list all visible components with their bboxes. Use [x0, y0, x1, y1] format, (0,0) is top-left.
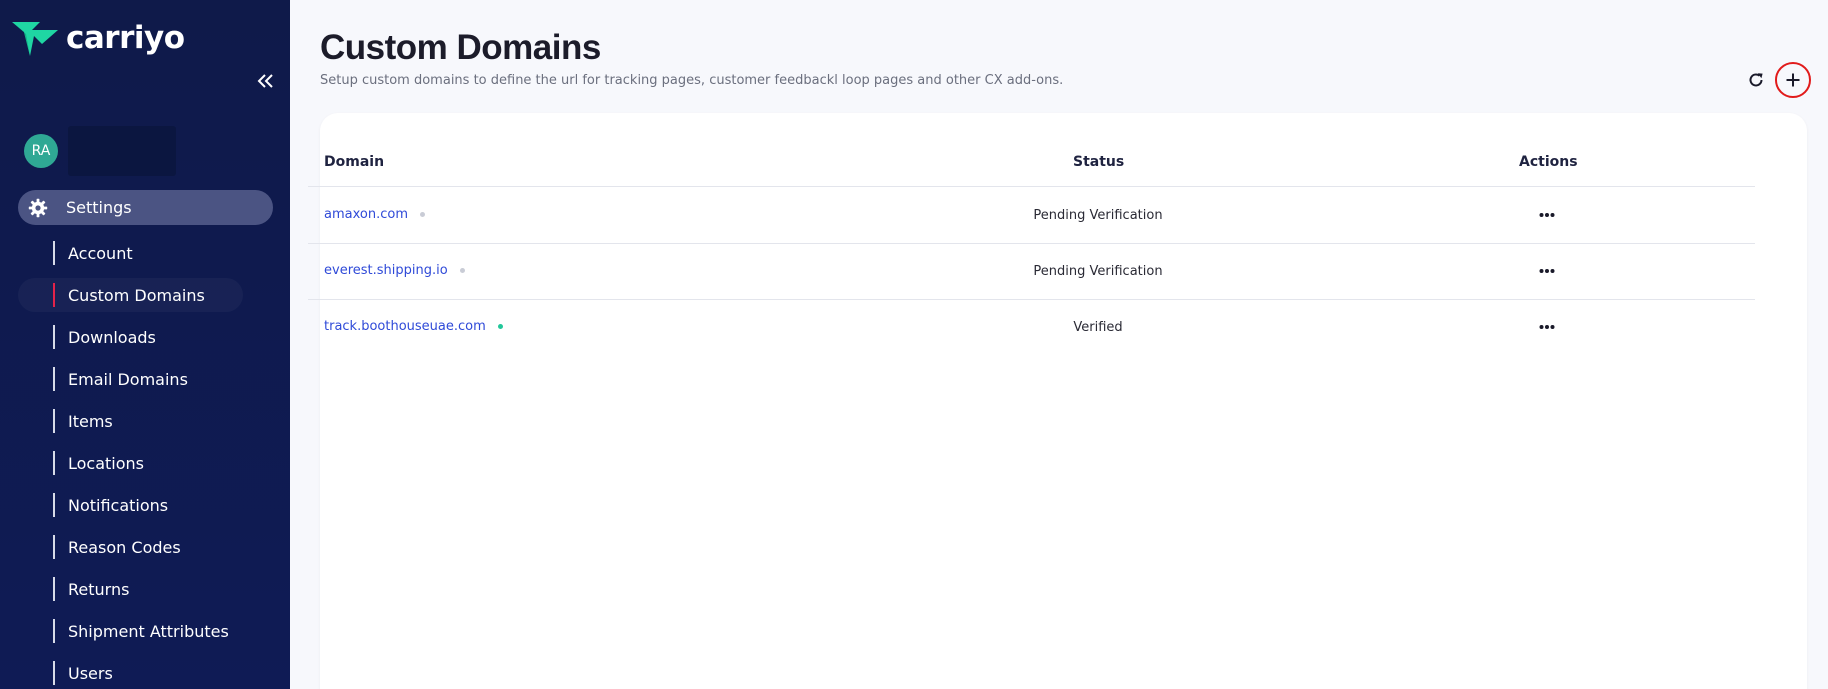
domain-cell: track.boothouseuae.com: [324, 319, 503, 334]
table-header: Domain Status Actions: [308, 140, 1755, 187]
status-dot: [419, 212, 425, 217]
nav-indicator: [53, 409, 55, 433]
more-horizontal-icon: [1539, 325, 1555, 329]
refresh-icon: [1749, 73, 1763, 87]
sidebar-item-label: Shipment Attributes: [68, 621, 229, 641]
sidebar-item-label: Custom Domains: [68, 285, 205, 305]
sidebar-item-label: Locations: [68, 453, 145, 473]
domain-cell: everest.shipping.io: [324, 263, 465, 278]
more-horizontal-icon: [1539, 269, 1555, 273]
domain-link[interactable]: track.boothouseuae.com: [324, 319, 486, 334]
column-header-status: Status: [1073, 154, 1125, 170]
row-actions-button[interactable]: [1532, 204, 1562, 226]
table-row: everest.shipping.io Pending Verification: [308, 244, 1755, 300]
sidebar-item-settings[interactable]: Settings: [18, 190, 273, 225]
nav-indicator: [53, 451, 55, 475]
nav-indicator: [53, 577, 55, 601]
domain-cell: amaxon.com: [324, 207, 425, 222]
status-text: Verified: [1073, 320, 1123, 335]
nav-indicator: [53, 535, 55, 559]
status-dot: [497, 324, 503, 329]
table-row: amaxon.com Pending Verification: [308, 188, 1755, 244]
nav-indicator: [53, 619, 55, 643]
column-header-domain: Domain: [324, 154, 385, 170]
refresh-button[interactable]: [1746, 70, 1766, 90]
status-text: Pending Verification: [1033, 208, 1163, 223]
table-row: track.boothouseuae.com Verified: [308, 300, 1755, 356]
user-name-redacted: [68, 126, 176, 176]
brand-name: carriyo: [66, 20, 185, 56]
sidebar-item-reason-codes[interactable]: Reason Codes: [53, 526, 229, 568]
page-title: Custom Domains: [320, 28, 601, 67]
sidebar-item-label: Reason Codes: [68, 537, 181, 557]
row-actions-button[interactable]: [1532, 260, 1562, 282]
nav-indicator: [53, 241, 55, 265]
sidebar-item-label: Email Domains: [68, 369, 188, 389]
main-content: Custom Domains Setup custom domains to d…: [290, 0, 1828, 689]
sidebar-item-shipment-attributes[interactable]: Shipment Attributes: [53, 610, 229, 652]
avatar[interactable]: RA: [24, 134, 58, 168]
nav-indicator-active: [53, 283, 55, 307]
nav-indicator: [53, 661, 55, 685]
sidebar-item-account[interactable]: Account: [53, 232, 229, 274]
collapse-sidebar-button[interactable]: [254, 70, 276, 92]
carriyo-logo-icon: [12, 22, 58, 56]
sidebar-item-label: Notifications: [68, 495, 169, 515]
brand-logo[interactable]: carriyo: [12, 20, 185, 56]
double-chevron-left-icon: [257, 74, 273, 88]
nav-indicator: [53, 367, 55, 391]
gear-icon: [28, 198, 48, 217]
sidebar-item-locations[interactable]: Locations: [53, 442, 229, 484]
sidebar-item-label: Users: [68, 663, 113, 683]
sidebar-item-label: Account: [68, 243, 133, 263]
status-text: Pending Verification: [1033, 264, 1163, 279]
sidebar: carriyo RA Settings Account Custom Domai…: [0, 0, 290, 689]
more-horizontal-icon: [1539, 213, 1555, 217]
settings-submenu: Account Custom Domains Downloads Email D…: [18, 232, 243, 689]
domain-link[interactable]: amaxon.com: [324, 207, 408, 222]
sidebar-item-returns[interactable]: Returns: [53, 568, 229, 610]
sidebar-item-label: Items: [68, 411, 113, 431]
sidebar-item-label: Settings: [66, 198, 132, 217]
page-subtitle: Setup custom domains to define the url f…: [320, 73, 1064, 88]
sidebar-item-notifications[interactable]: Notifications: [53, 484, 229, 526]
plus-icon: [1786, 73, 1800, 87]
sidebar-item-email-domains[interactable]: Email Domains: [53, 358, 229, 400]
user-profile[interactable]: RA: [24, 126, 176, 176]
nav-indicator: [53, 493, 55, 517]
sidebar-item-users[interactable]: Users: [53, 652, 229, 689]
add-domain-button[interactable]: [1775, 62, 1811, 98]
sidebar-item-items[interactable]: Items: [53, 400, 229, 442]
sidebar-item-label: Downloads: [68, 327, 156, 347]
domain-link[interactable]: everest.shipping.io: [324, 263, 448, 278]
column-header-actions: Actions: [1519, 154, 1578, 170]
nav-indicator: [53, 325, 55, 349]
sidebar-item-downloads[interactable]: Downloads: [53, 316, 229, 358]
sidebar-item-label: Returns: [68, 579, 130, 599]
status-dot: [459, 268, 465, 273]
sidebar-item-custom-domains[interactable]: Custom Domains: [18, 274, 243, 316]
row-actions-button[interactable]: [1532, 316, 1562, 338]
